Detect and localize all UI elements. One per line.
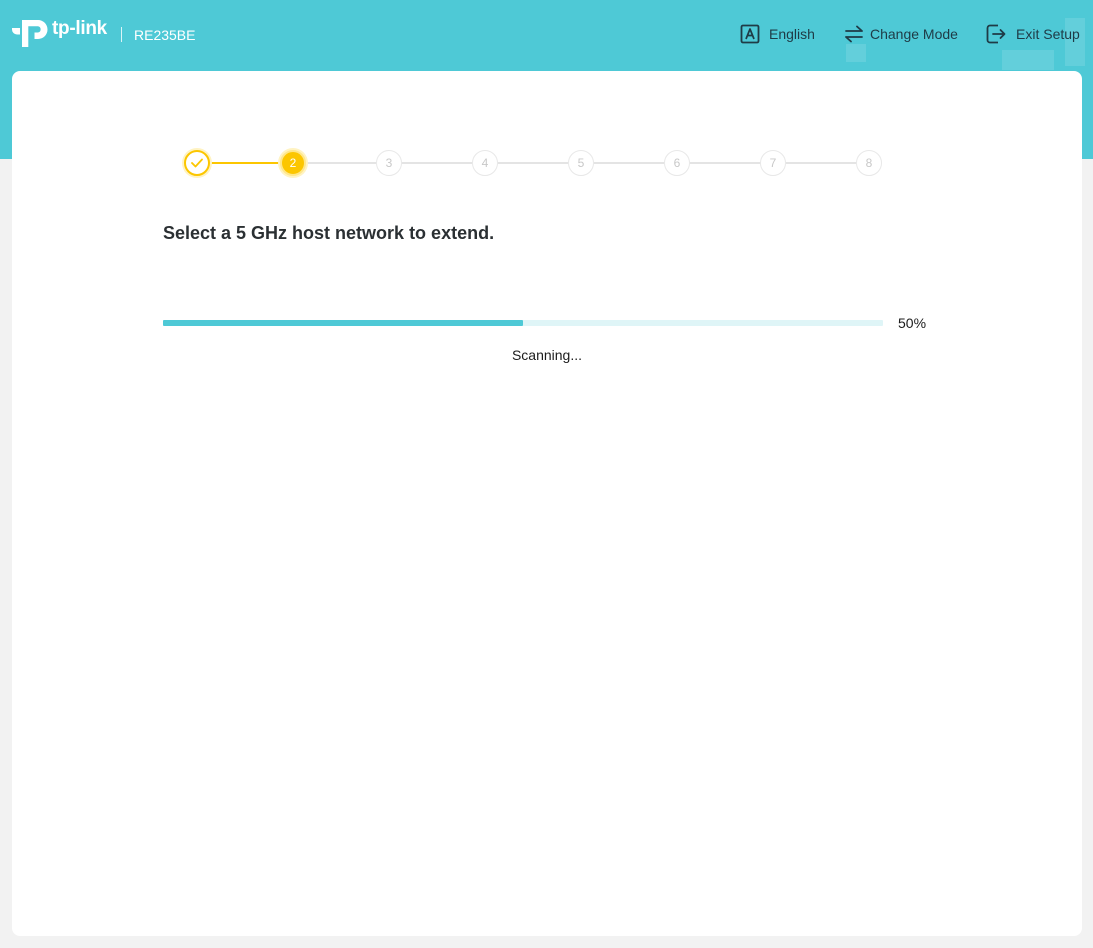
- checkmark-icon: [191, 158, 203, 168]
- tp-link-logo[interactable]: tp-link: [12, 13, 107, 49]
- step-connector: [786, 162, 856, 164]
- step-connector: [690, 162, 760, 164]
- wizard-step-5: 5: [568, 150, 594, 176]
- wizard-step-1: [184, 150, 210, 176]
- step-connector: [402, 162, 472, 164]
- language-icon: [740, 24, 760, 44]
- step-connector: [498, 162, 568, 164]
- page-title: Select a 5 GHz host network to extend.: [163, 223, 495, 243]
- exit-icon: [986, 24, 1006, 44]
- step-connector: [210, 162, 280, 164]
- wizard-step-2: 2: [280, 150, 306, 176]
- step-connector: [306, 162, 376, 164]
- wizard-stepper: 2 3 4 5 6 7 8: [184, 140, 914, 186]
- swap-arrows-icon: [845, 25, 863, 43]
- tp-link-logo-icon: [12, 20, 48, 47]
- language-label: English: [769, 26, 815, 42]
- header-divider: [121, 27, 122, 42]
- wizard-step-3: 3: [376, 150, 402, 176]
- scan-progress-percent: 50%: [898, 315, 927, 331]
- wizard-step-7: 7: [760, 150, 786, 176]
- device-model: RE235BE: [134, 27, 196, 43]
- header: tp-link RE235BE English Change Mode Exit…: [0, 0, 1093, 70]
- setup-card: [12, 71, 1082, 936]
- scan-progress-bar: [163, 320, 883, 326]
- exit-setup-label: Exit Setup: [1016, 26, 1080, 42]
- change-mode-button[interactable]: Change Mode: [845, 24, 958, 44]
- language-selector[interactable]: English: [740, 24, 815, 44]
- scan-status-text: Scanning...: [511, 347, 583, 363]
- scan-progress-fill: [163, 320, 523, 326]
- wizard-step-8: 8: [856, 150, 882, 176]
- step-connector: [594, 162, 664, 164]
- exit-setup-button[interactable]: Exit Setup: [986, 24, 1080, 44]
- brand-name: tp-link: [52, 18, 107, 39]
- change-mode-label: Change Mode: [870, 26, 958, 42]
- wizard-step-6: 6: [664, 150, 690, 176]
- wizard-step-4: 4: [472, 150, 498, 176]
